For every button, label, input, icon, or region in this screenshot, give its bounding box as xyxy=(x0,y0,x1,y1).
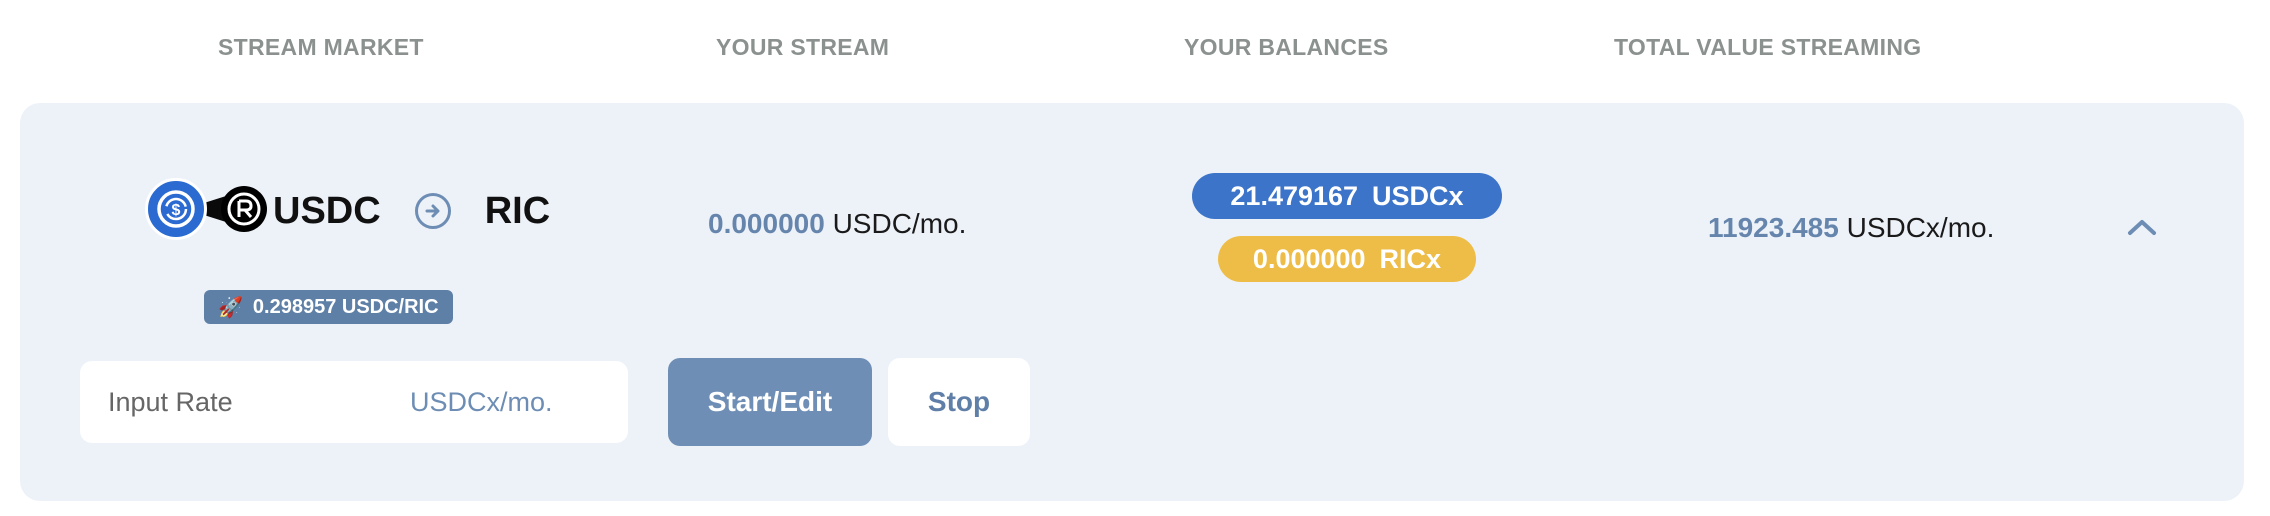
start-edit-button[interactable]: Start/Edit xyxy=(668,358,872,446)
header-stream-market: STREAM MARKET xyxy=(218,34,424,60)
balance-amount: 21.479167 xyxy=(1230,180,1359,211)
balance-amount: 0.000000 xyxy=(1252,243,1366,274)
balance-unit: RICx xyxy=(1379,243,1442,274)
input-rate-field: USDCx/mo. xyxy=(80,361,628,443)
arrow-right-icon xyxy=(414,193,451,229)
stream-market: $ USDC RIC xyxy=(145,178,550,244)
to-token-label: RIC xyxy=(484,189,551,232)
balance-unit: USDCx xyxy=(1372,180,1464,211)
balance-badge-ricx: 0.000000 RICx xyxy=(1218,236,1476,282)
usdc-logo-icon: $ xyxy=(145,178,207,240)
stop-button[interactable]: Stop xyxy=(888,358,1030,446)
collapse-button[interactable] xyxy=(2124,212,2160,242)
balance-badge-usdcx: 21.479167 USDCx xyxy=(1192,173,1502,219)
stream-unit: USDC/mo. xyxy=(832,208,967,239)
header-your-stream: YOUR STREAM xyxy=(716,34,890,60)
from-token-label: USDC xyxy=(273,189,381,232)
input-rate-unit: USDCx/mo. xyxy=(410,386,553,417)
table-header: STREAM MARKET YOUR STREAM YOUR BALANCES … xyxy=(0,0,2270,100)
svg-text:$: $ xyxy=(172,202,181,219)
total-value-streaming: 11923.485 USDCx/mo. xyxy=(1708,212,1994,244)
stream-amount: 0.000000 xyxy=(708,208,825,239)
exchange-rate-value: 0.298957 USDC/RIC xyxy=(252,295,439,318)
header-total-value-streaming: TOTAL VALUE STREAMING xyxy=(1614,34,1922,60)
chevron-up-icon xyxy=(2128,220,2156,235)
total-amount: 11923.485 xyxy=(1708,212,1839,243)
rocket-icon: 🚀 xyxy=(218,296,243,319)
input-rate[interactable] xyxy=(106,385,410,419)
ric-logo-icon xyxy=(221,186,267,232)
token-pair-logos: $ xyxy=(145,178,267,244)
total-unit: USDCx/mo. xyxy=(1846,212,1995,243)
header-your-balances: YOUR BALANCES xyxy=(1184,34,1389,60)
exchange-rate-badge: 🚀 0.298957 USDC/RIC xyxy=(204,290,453,324)
your-stream-value: 0.000000 USDC/mo. xyxy=(708,208,966,240)
